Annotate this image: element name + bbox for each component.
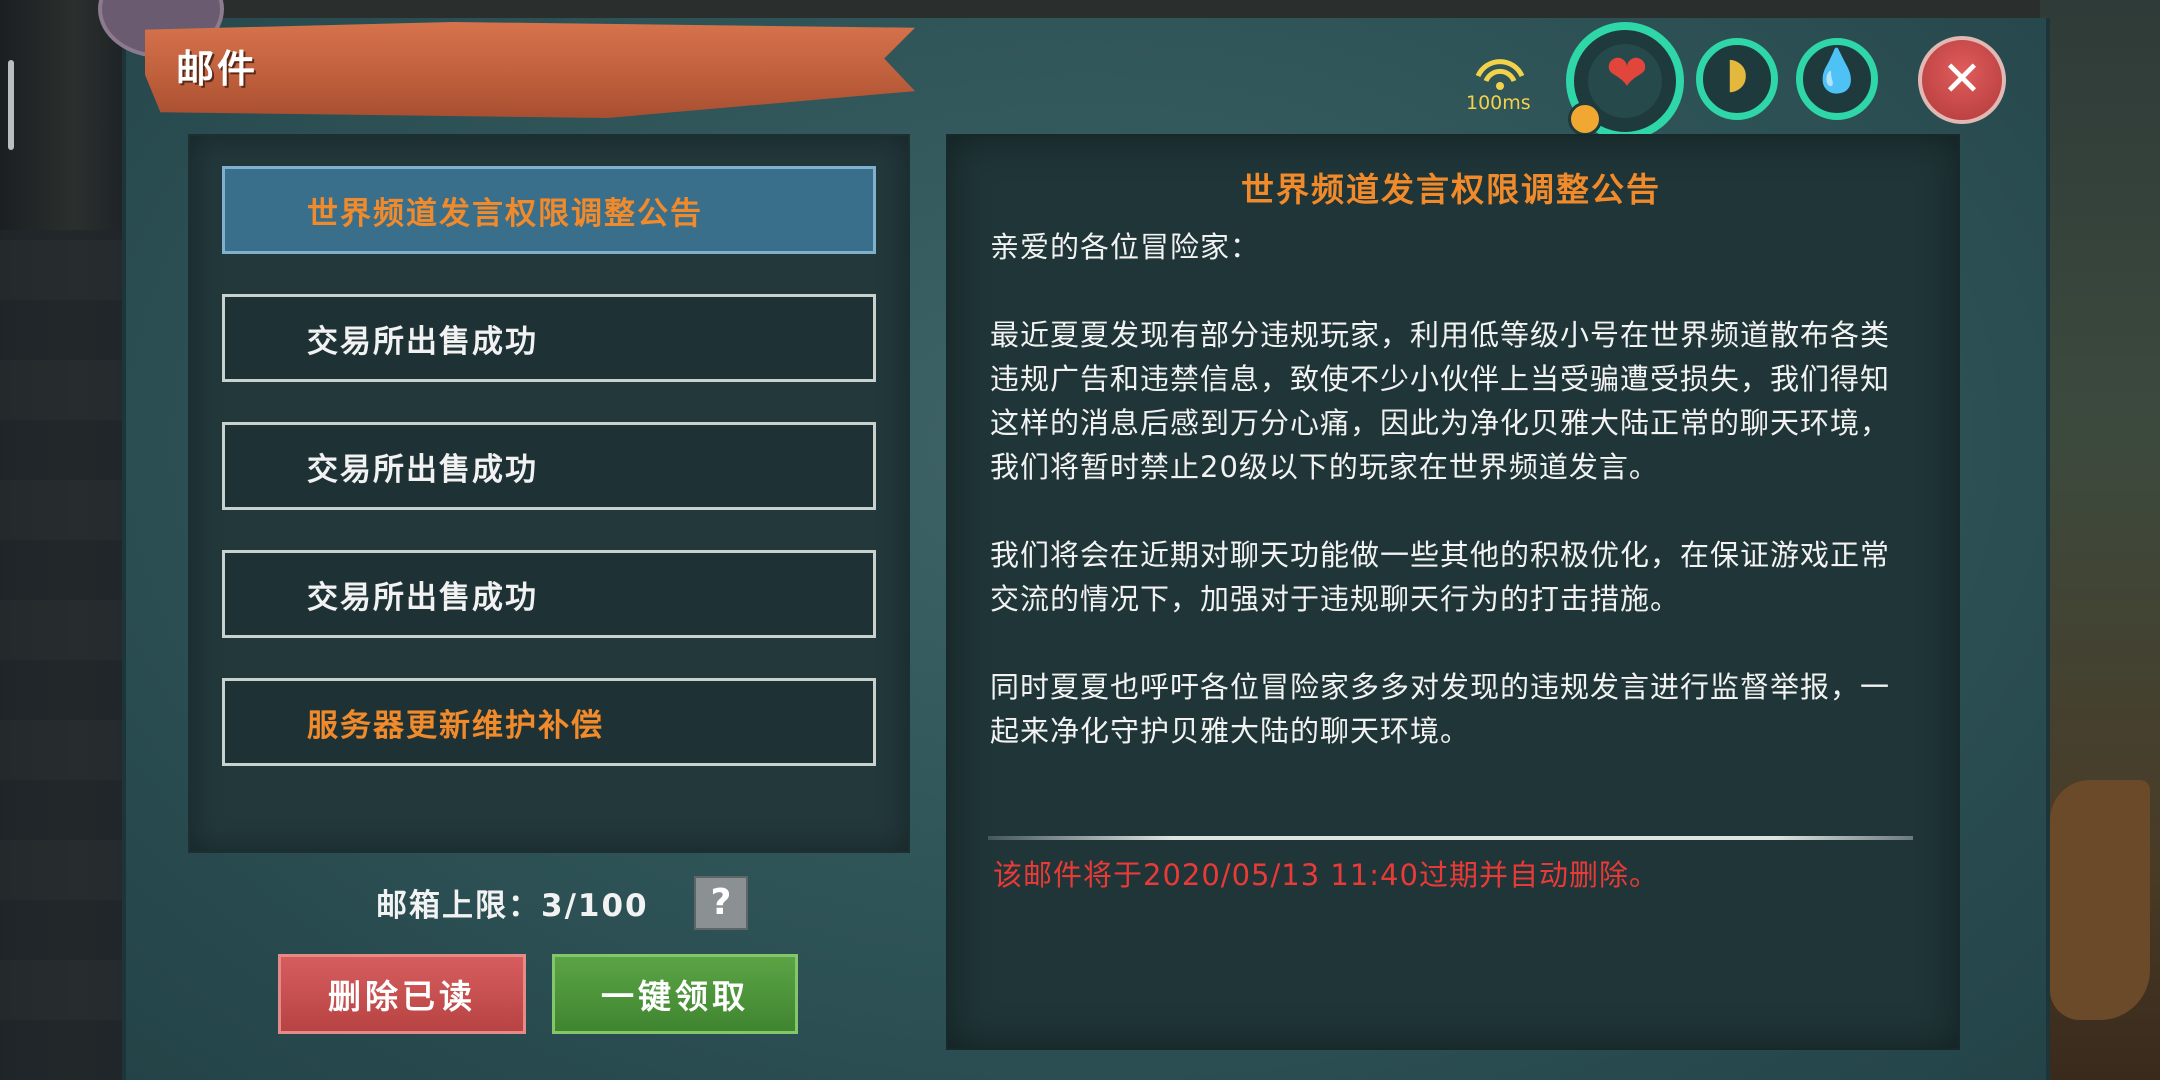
background-rock (2050, 780, 2150, 1020)
mail-item-label: 世界频道发言权限调整公告 (307, 195, 703, 232)
mail-item[interactable]: 交易所出售成功 (222, 294, 876, 382)
delete-read-button[interactable]: 删除已读 (278, 954, 526, 1034)
page-title: 邮件 (176, 47, 259, 91)
help-button[interactable]: ? (694, 876, 748, 930)
mail-item-label: 服务器更新维护补偿 (307, 707, 604, 744)
mail-paragraph: 同时夏夏也呼吁各位冒险家多多对发现的违规发言进行监督举报，一起来净化守护贝雅大陆… (990, 670, 1891, 748)
background-left (0, 0, 125, 1080)
mail-item-label: 交易所出售成功 (307, 451, 538, 488)
close-button[interactable]: ✕ (1918, 36, 2006, 124)
mailbox-limit: 邮箱上限：3/100 (376, 888, 649, 924)
expire-notice: 该邮件将于2020/05/13 11:40过期并自动删除。 (993, 858, 1659, 892)
background-wall (0, 230, 125, 1080)
edge-handle (8, 60, 14, 150)
mail-paragraph: 最近夏夏发现有部分违规玩家，利用低等级小号在世界频道散布各类违规广告和违禁信息，… (990, 318, 1891, 484)
claim-all-button[interactable]: 一键领取 (552, 954, 798, 1034)
ping-label: 100ms (1466, 92, 1531, 114)
mail-item-label: 交易所出售成功 (307, 323, 538, 360)
divider (988, 836, 1913, 840)
background-right (2040, 0, 2160, 1080)
mail-item-label: 交易所出售成功 (307, 579, 538, 616)
mail-greeting: 亲爱的各位冒险家： (990, 230, 1261, 264)
mail-title: 世界频道发言权限调整公告 (1241, 170, 1661, 209)
mail-item[interactable]: 交易所出售成功 (222, 422, 876, 510)
heart-icon: ❤ (1606, 44, 1648, 102)
mail-item[interactable]: 交易所出售成功 (222, 550, 876, 638)
mail-item-selected[interactable]: 世界频道发言权限调整公告 (222, 166, 876, 254)
mail-item[interactable]: 服务器更新维护补偿 (222, 678, 876, 766)
signal-icon (1475, 59, 1525, 90)
close-icon: ✕ (1941, 51, 1983, 107)
mail-paragraph: 我们将会在近期对聊天功能做一些其他的积极优化，在保证游戏正常交流的情况下，加强对… (990, 538, 1891, 616)
bread-icon: ◗ (1725, 48, 1749, 97)
water-drop-icon: 💧 (1810, 46, 1864, 95)
shield-icon (1568, 102, 1602, 136)
mail-body: 亲爱的各位冒险家： 最近夏夏发现有部分违规玩家，利用低等级小号在世界频道散布各类… (990, 225, 1910, 797)
